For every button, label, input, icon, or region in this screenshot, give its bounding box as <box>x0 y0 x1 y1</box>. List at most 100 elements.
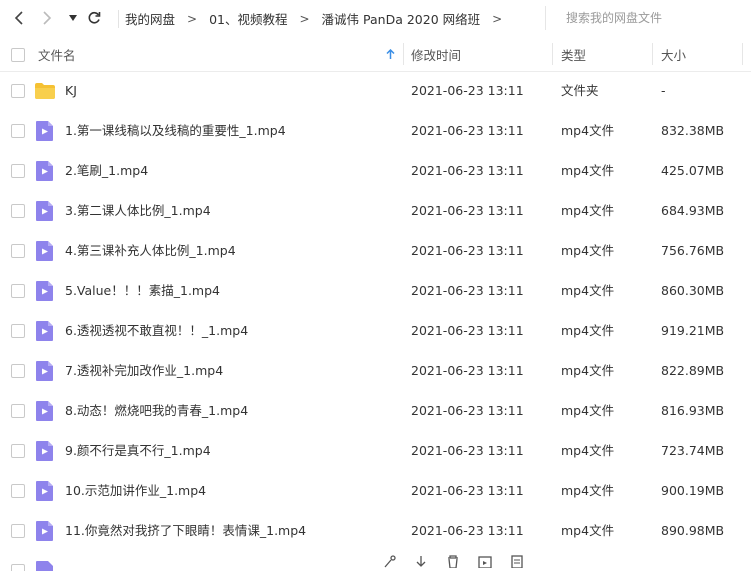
row-checkbox[interactable] <box>11 444 25 458</box>
share-icon[interactable] <box>380 553 398 568</box>
row-checkbox[interactable] <box>11 484 25 498</box>
row-checkbox[interactable] <box>11 364 25 378</box>
column-divider[interactable] <box>652 43 653 65</box>
column-header-type[interactable]: 类型 <box>561 37 586 71</box>
file-type: mp4文件 <box>561 163 615 178</box>
file-mtime: 2021-06-23 13:11 <box>411 203 524 218</box>
file-mtime: 2021-06-23 13:11 <box>411 443 524 458</box>
row-checkbox[interactable] <box>11 204 25 218</box>
file-type: mp4文件 <box>561 443 615 458</box>
video-file-icon <box>36 521 53 541</box>
file-size: 822.89MB <box>661 363 725 378</box>
history-dropdown-button[interactable] <box>62 7 84 29</box>
video-file-icon <box>36 241 53 261</box>
file-mtime: 2021-06-23 13:11 <box>411 323 524 338</box>
column-header-mtime[interactable]: 修改时间 <box>411 37 461 71</box>
file-name[interactable]: 10.示范加讲作业_1.mp4 <box>65 471 206 511</box>
sort-ascending-icon[interactable] <box>386 37 395 71</box>
video-file-icon <box>36 561 53 571</box>
more-icon[interactable] <box>508 553 526 569</box>
row-checkbox[interactable] <box>11 164 25 178</box>
file-row[interactable]: 2.笔刷_1.mp4 2021-06-23 13:11 mp4文件 425.07… <box>0 151 751 191</box>
file-mtime: 2021-06-23 13:11 <box>411 123 524 138</box>
file-mtime: 2021-06-23 13:11 <box>411 523 524 538</box>
file-row[interactable]: 6.透视透视不敢直视！！_1.mp4 2021-06-23 13:11 mp4文… <box>0 311 751 351</box>
file-list: KJ 2021-06-23 13:11 文件夹 - 1.第一课线稿以及线稿的重要… <box>0 71 751 571</box>
search-input[interactable] <box>564 10 751 26</box>
row-checkbox[interactable] <box>11 324 25 338</box>
file-name[interactable]: 9.颜不行是真不行_1.mp4 <box>65 431 211 471</box>
video-file-icon <box>36 321 53 341</box>
file-size: 756.76MB <box>661 243 725 258</box>
column-divider[interactable] <box>552 43 553 65</box>
file-name[interactable]: 7.透视补完加改作业_1.mp4 <box>65 351 223 391</box>
file-type: mp4文件 <box>561 123 615 138</box>
file-name[interactable]: 4.第三课补充人体比例_1.mp4 <box>65 231 236 271</box>
breadcrumb-item-current-folder[interactable]: 潘诚伟 PanDa 2020 网络班 <box>316 9 487 28</box>
file-name[interactable]: 1.第一课线稿以及线稿的重要性_1.mp4 <box>65 111 286 151</box>
video-file-icon <box>36 441 53 461</box>
file-type: mp4文件 <box>561 283 615 298</box>
file-name[interactable]: 3.第二课人体比例_1.mp4 <box>65 191 211 231</box>
breadcrumb-item-my-drive[interactable]: 我的网盘 <box>119 9 181 28</box>
file-row[interactable]: 4.第三课补充人体比例_1.mp4 2021-06-23 13:11 mp4文件… <box>0 231 751 271</box>
column-header-size[interactable]: 大小 <box>661 37 686 71</box>
file-row[interactable]: KJ 2021-06-23 13:11 文件夹 - <box>0 71 751 111</box>
row-checkbox[interactable] <box>11 124 25 138</box>
file-row[interactable]: 10.示范加讲作业_1.mp4 2021-06-23 13:11 mp4文件 9… <box>0 471 751 511</box>
refresh-button[interactable] <box>83 7 105 29</box>
file-size: 684.93MB <box>661 203 725 218</box>
row-action-toolbar <box>380 553 526 569</box>
row-checkbox[interactable] <box>11 404 25 418</box>
top-bar: 我的网盘 > 01、视频教程 > 潘诚伟 PanDa 2020 网络班 > <box>0 0 751 37</box>
file-name[interactable]: 8.动态！燃烧吧我的青春_1.mp4 <box>65 391 248 431</box>
delete-icon[interactable] <box>444 553 462 569</box>
row-checkbox[interactable] <box>11 284 25 298</box>
row-checkbox[interactable] <box>11 564 25 571</box>
file-row[interactable]: 7.透视补完加改作业_1.mp4 2021-06-23 13:11 mp4文件 … <box>0 351 751 391</box>
file-mtime: 2021-06-23 13:11 <box>411 363 524 378</box>
move-icon[interactable] <box>476 553 494 569</box>
select-all-checkbox[interactable] <box>11 48 25 62</box>
video-file-icon <box>36 201 53 221</box>
chevron-right-icon <box>43 11 52 25</box>
file-name[interactable]: 2.笔刷_1.mp4 <box>65 151 148 191</box>
file-row[interactable]: 8.动态！燃烧吧我的青春_1.mp4 2021-06-23 13:11 mp4文… <box>0 391 751 431</box>
file-mtime: 2021-06-23 13:11 <box>411 403 524 418</box>
file-row[interactable]: 11.你竟然对我挤了下眼睛！表情课_1.mp4 2021-06-23 13:11… <box>0 511 751 551</box>
download-icon[interactable] <box>412 553 430 567</box>
video-file-icon <box>36 361 53 381</box>
file-row-partial[interactable] <box>0 551 751 571</box>
file-size: 816.93MB <box>661 403 725 418</box>
chevron-left-icon <box>14 11 23 25</box>
column-divider[interactable] <box>403 43 404 65</box>
row-checkbox[interactable] <box>11 524 25 538</box>
file-row[interactable]: 5.Value！！！素描_1.mp4 2021-06-23 13:11 mp4文… <box>0 271 751 311</box>
file-name[interactable]: 11.你竟然对我挤了下眼睛！表情课_1.mp4 <box>65 511 306 551</box>
refresh-icon <box>88 11 101 24</box>
back-button[interactable] <box>8 7 30 29</box>
file-size: 723.74MB <box>661 443 725 458</box>
file-type: mp4文件 <box>561 323 615 338</box>
file-name[interactable]: 5.Value！！！素描_1.mp4 <box>65 271 220 311</box>
file-list-header: 文件名 修改时间 类型 大小 <box>0 37 751 72</box>
file-size: 919.21MB <box>661 323 725 338</box>
video-file-icon <box>36 121 53 141</box>
file-mtime: 2021-06-23 13:11 <box>411 163 524 178</box>
file-name[interactable]: 6.透视透视不敢直视！！_1.mp4 <box>65 311 248 351</box>
forward-button[interactable] <box>36 7 58 29</box>
column-divider[interactable] <box>742 43 743 65</box>
file-type: mp4文件 <box>561 403 615 418</box>
row-checkbox[interactable] <box>11 84 25 98</box>
breadcrumb-item-video-tutorials[interactable]: 01、视频教程 <box>203 9 293 28</box>
file-name[interactable]: KJ <box>65 71 77 111</box>
video-file-icon <box>36 161 53 181</box>
row-checkbox[interactable] <box>11 244 25 258</box>
column-header-name[interactable]: 文件名 <box>38 37 76 71</box>
file-type: mp4文件 <box>561 483 615 498</box>
file-row[interactable]: 3.第二课人体比例_1.mp4 2021-06-23 13:11 mp4文件 6… <box>0 191 751 231</box>
file-row[interactable]: 9.颜不行是真不行_1.mp4 2021-06-23 13:11 mp4文件 7… <box>0 431 751 471</box>
file-row[interactable]: 1.第一课线稿以及线稿的重要性_1.mp4 2021-06-23 13:11 m… <box>0 111 751 151</box>
video-file-icon <box>36 281 53 301</box>
folder-icon <box>35 83 55 99</box>
